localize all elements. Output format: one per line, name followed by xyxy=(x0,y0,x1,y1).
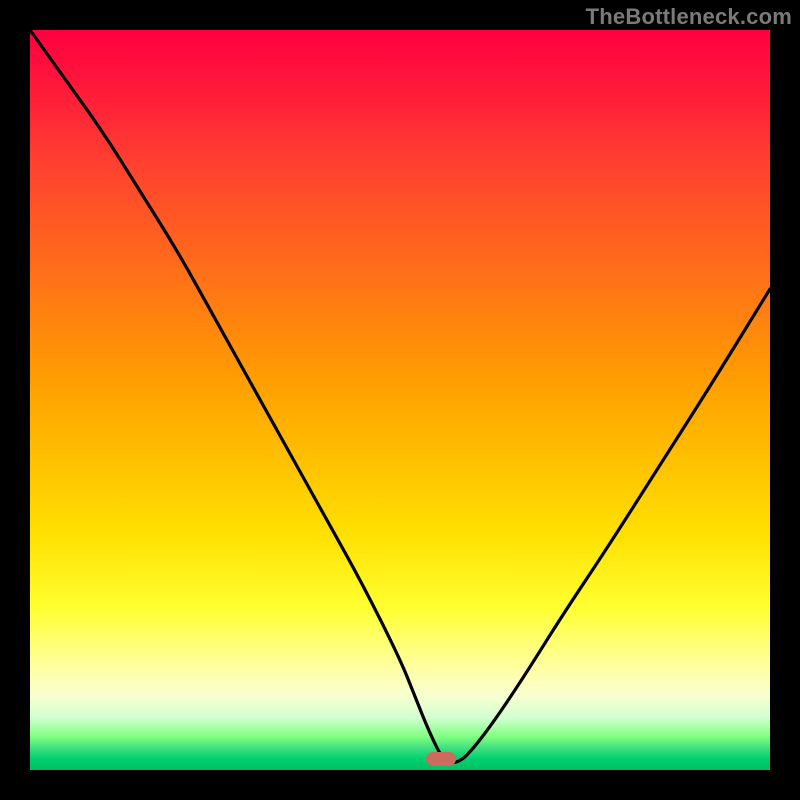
plot-area xyxy=(30,30,770,770)
bottleneck-curve xyxy=(30,30,770,770)
chart-frame: TheBottleneck.com xyxy=(0,0,800,800)
optimal-marker xyxy=(426,752,456,766)
watermark-label: TheBottleneck.com xyxy=(586,4,792,30)
